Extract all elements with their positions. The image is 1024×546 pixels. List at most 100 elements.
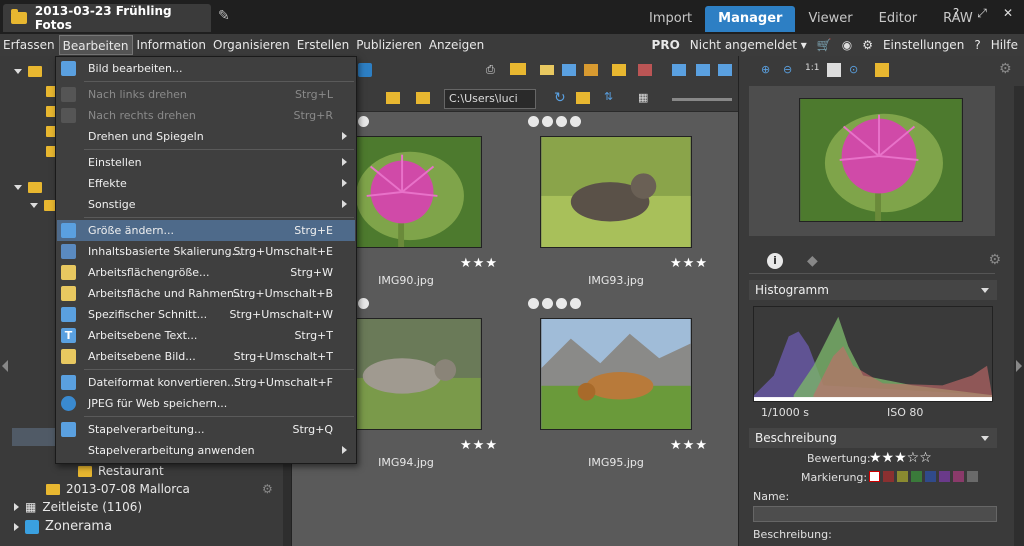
- up-folder-icon[interactable]: [386, 92, 400, 104]
- menu-item-dateiformat-konvertieren[interactable]: Dateiformat konvertieren... Strg+Umschalt…: [57, 372, 355, 393]
- color-marker[interactable]: [953, 471, 964, 482]
- view-mode-icon[interactable]: ▦: [638, 91, 648, 104]
- color-marker[interactable]: [967, 471, 978, 482]
- color-marker[interactable]: [939, 471, 950, 482]
- cart-icon[interactable]: 🛒: [817, 38, 832, 52]
- chevron-down-icon[interactable]: [981, 436, 989, 441]
- rename-icon[interactable]: [612, 64, 626, 76]
- mode-tab-editor[interactable]: Editor: [866, 6, 930, 32]
- menu-item-einstellen[interactable]: Einstellen: [57, 152, 355, 173]
- info-scrollbar[interactable]: [1014, 86, 1024, 546]
- description-header[interactable]: Beschreibung: [749, 428, 997, 448]
- rating-stars[interactable]: ★★★: [670, 438, 708, 453]
- menu-item-inhaltsbasierte-skalierung[interactable]: Inhaltsbasierte Skalierung... Strg+Umscha…: [57, 241, 355, 262]
- help-window-icon[interactable]: ?: [946, 6, 966, 21]
- name-field[interactable]: [753, 506, 997, 522]
- expand-icon[interactable]: [14, 503, 19, 511]
- login-dropdown[interactable]: Nicht angemeldet ▾: [690, 38, 807, 52]
- menu-erstellen[interactable]: Erstellen: [294, 35, 353, 55]
- menu-item-effekte[interactable]: Effekte: [57, 173, 355, 194]
- fit-icon[interactable]: [827, 63, 841, 77]
- refresh-icon[interactable]: ↻: [554, 90, 566, 106]
- loupe-icon[interactable]: ⊙: [849, 63, 858, 76]
- settings-link[interactable]: Einstellungen: [883, 38, 964, 52]
- color-marker[interactable]: [911, 471, 922, 482]
- nav-zonerama[interactable]: Zonerama: [14, 518, 112, 536]
- collapse-right-icon[interactable]: [1016, 360, 1022, 372]
- photo-tool-icon[interactable]: [696, 64, 710, 76]
- color-marker-none[interactable]: [869, 471, 880, 482]
- gear-icon[interactable]: ⚙: [999, 61, 1012, 77]
- columns-icon[interactable]: [358, 63, 372, 77]
- nav-row[interactable]: [14, 178, 48, 196]
- nav-row[interactable]: [14, 62, 48, 80]
- menu-item-jpeg-web[interactable]: JPEG für Web speichern...: [57, 393, 355, 414]
- menu-item-rotate-left[interactable]: Nach links drehen Strg+L: [57, 84, 355, 105]
- collapse-left-icon[interactable]: [2, 360, 8, 372]
- thumbnail-size-slider[interactable]: [672, 98, 732, 101]
- batch-tool-icon[interactable]: [718, 64, 732, 76]
- menu-item-sonstige[interactable]: Sonstige: [57, 194, 355, 215]
- expand-icon[interactable]: [14, 523, 19, 531]
- favorite-folder-icon[interactable]: [576, 92, 590, 104]
- expand-icon[interactable]: [14, 68, 22, 74]
- rating-stars[interactable]: ★★★: [460, 438, 498, 453]
- document-tab[interactable]: 2013-03-23 Frühling Fotos: [3, 4, 211, 32]
- tab-info[interactable]: i: [755, 248, 795, 274]
- mode-tab-import[interactable]: Import: [636, 6, 705, 32]
- package-icon[interactable]: [584, 64, 598, 76]
- path-input[interactable]: C:\Users\luci: [444, 89, 536, 109]
- gear-icon[interactable]: ⚙: [862, 38, 873, 52]
- help-link[interactable]: Hilfe: [991, 38, 1018, 52]
- zoom-1to1-icon[interactable]: 1:1: [805, 63, 819, 73]
- edit-tool-icon[interactable]: [672, 64, 686, 76]
- tab-tags[interactable]: ◆: [795, 248, 835, 274]
- menu-bearbeiten[interactable]: Bearbeiten: [58, 35, 133, 55]
- home-folder-icon[interactable]: [416, 92, 430, 104]
- menu-item-bild-bearbeiten[interactable]: Bild bearbeiten...: [57, 58, 355, 79]
- menu-anzeigen[interactable]: Anzeigen: [426, 35, 487, 55]
- zoom-out-icon[interactable]: ⊖: [783, 63, 792, 76]
- color-marker[interactable]: [897, 471, 908, 482]
- expand-icon[interactable]: [14, 184, 22, 190]
- menu-item-arbeitsebene-text[interactable]: T Arbeitsebene Text... Strg+T: [57, 325, 355, 346]
- gear-icon[interactable]: ⚙: [988, 252, 1001, 268]
- close-icon[interactable]: ✕: [998, 6, 1018, 21]
- mode-tab-manager[interactable]: Manager: [705, 6, 796, 32]
- nav-restaurant[interactable]: Restaurant: [78, 462, 164, 480]
- rating-stars[interactable]: ★★★☆☆: [869, 450, 932, 466]
- menu-item-arbeitsflaechengroesse[interactable]: Arbeitsflächengröße... Strg+W: [57, 262, 355, 283]
- menu-item-rotate-right[interactable]: Nach rechts drehen Strg+R: [57, 105, 355, 126]
- menu-item-groesse-aendern[interactable]: Größe ändern... Strg+E: [57, 220, 355, 241]
- new-tab-icon[interactable]: ✎: [218, 8, 234, 24]
- email-icon[interactable]: [510, 63, 526, 75]
- menu-organisieren[interactable]: Organisieren: [210, 35, 293, 55]
- menu-erfassen[interactable]: Erfassen: [0, 35, 58, 55]
- nav-mallorca[interactable]: 2013-07-08 Mallorca ⚙: [46, 480, 273, 498]
- menu-item-spezifischer-schnitt[interactable]: Spezifischer Schnitt... Strg+Umschalt+W: [57, 304, 355, 325]
- histogram-header[interactable]: Histogramm: [749, 280, 997, 300]
- tools-icon[interactable]: [638, 64, 652, 76]
- color-marker[interactable]: [883, 471, 894, 482]
- rss-icon[interactable]: ◉: [842, 38, 852, 52]
- color-marker[interactable]: [925, 471, 936, 482]
- menu-item-stapelverarbeitung[interactable]: Stapelverarbeitung... Strg+Q: [57, 419, 355, 440]
- menu-information[interactable]: Information: [134, 35, 209, 55]
- copy-icon[interactable]: [562, 64, 576, 76]
- rating-stars[interactable]: ★★★: [670, 256, 708, 271]
- menu-item-arbeitsflaeche-rahmen[interactable]: Arbeitsfläche und Rahmen... Strg+Umschalt…: [57, 283, 355, 304]
- grid-view-icon[interactable]: [540, 65, 554, 75]
- chevron-down-icon[interactable]: [981, 288, 989, 293]
- menu-item-arbeitsebene-bild[interactable]: Arbeitsebene Bild... Strg+Umschalt+T: [57, 346, 355, 367]
- menu-publizieren[interactable]: Publizieren: [353, 35, 425, 55]
- fullscreen-icon[interactable]: ⤢: [972, 6, 992, 21]
- print-icon[interactable]: ⎙: [486, 63, 495, 77]
- sun-icon[interactable]: [875, 63, 889, 77]
- rating-stars[interactable]: ★★★: [460, 256, 498, 271]
- menu-item-stapelverarbeitung-anwenden[interactable]: Stapelverarbeitung anwenden: [57, 440, 355, 461]
- mode-tab-viewer[interactable]: Viewer: [795, 6, 865, 32]
- thumbnail-item[interactable]: ★★★ IMG93.jpg: [516, 112, 716, 292]
- thumbnail-item[interactable]: ★★★ IMG95.jpg: [516, 294, 716, 474]
- zoom-in-icon[interactable]: ⊕: [761, 63, 770, 76]
- nav-zeitleiste[interactable]: ▦ Zeitleiste (1106): [14, 498, 142, 516]
